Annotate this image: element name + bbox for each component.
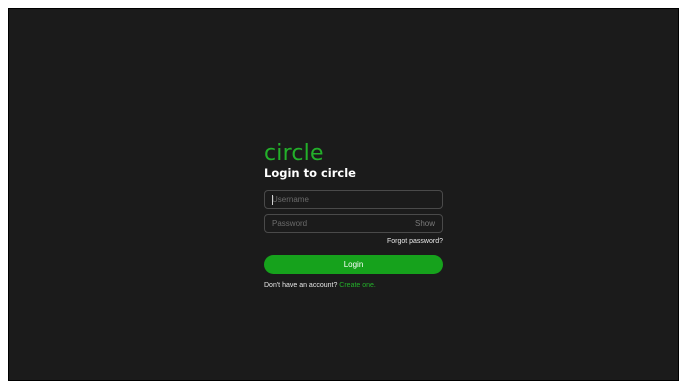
create-account-link[interactable]: Create one. [339, 282, 376, 289]
forgot-password-link[interactable]: Forgot password? [264, 237, 443, 247]
signup-prompt-text: Don't have an account? [264, 282, 338, 289]
login-button[interactable]: Login [264, 255, 443, 274]
password-field-container: Show [264, 214, 443, 233]
username-field-container [264, 190, 443, 209]
brand-logo: circle [264, 141, 324, 166]
login-form: circle Login to circle Show Forgot passw… [264, 142, 443, 291]
signup-prompt: Don't have an account? Create one. [264, 281, 443, 291]
login-heading: Login to circle [264, 166, 356, 180]
show-password-toggle[interactable]: Show [415, 215, 435, 232]
username-input[interactable] [265, 191, 442, 208]
text-cursor [272, 195, 273, 205]
app-window: circle Login to circle Show Forgot passw… [8, 8, 679, 381]
